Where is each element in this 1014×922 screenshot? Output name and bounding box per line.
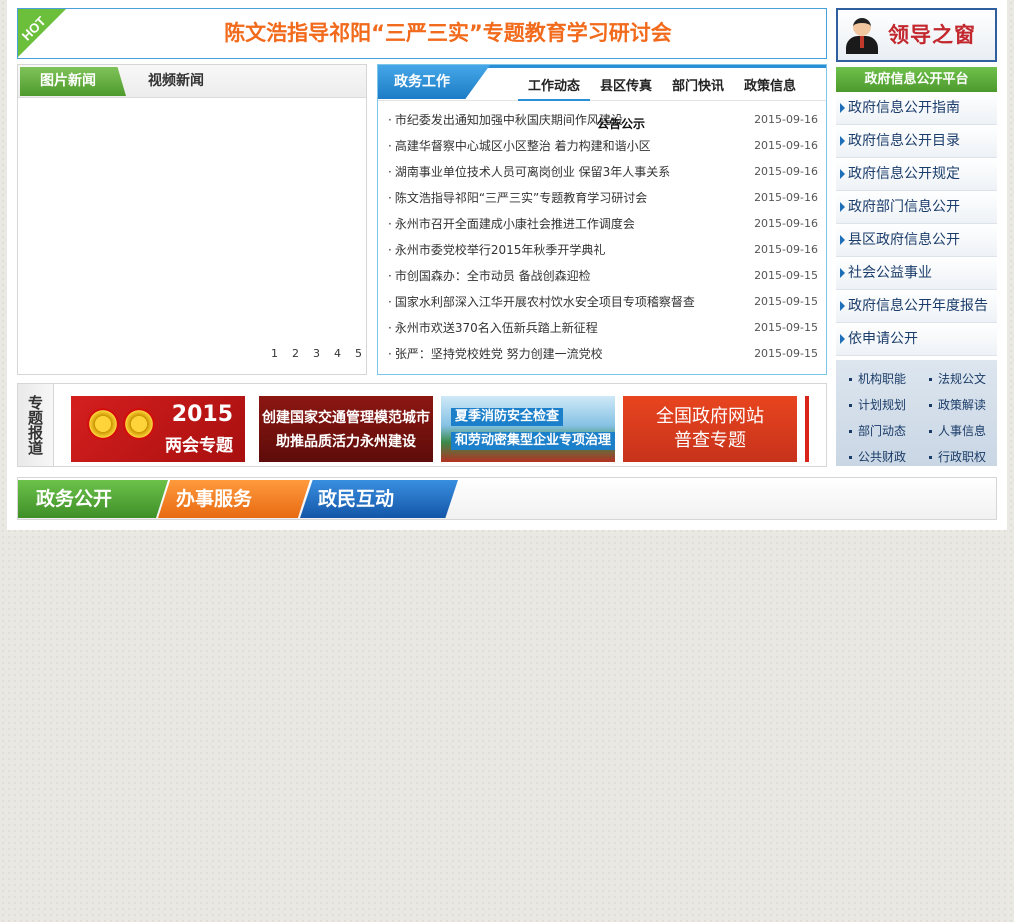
- topic-banner-traffic[interactable]: 创建国家交通管理模范城市 助推品质活力永州建设: [259, 396, 433, 462]
- quick-link[interactable]: 人事信息: [916, 418, 996, 444]
- tab-services[interactable]: 办事服务: [158, 480, 310, 518]
- tab-gov-affairs[interactable]: 政务公开: [18, 480, 168, 518]
- topic-banner-two-sessions[interactable]: 2015 两会专题: [71, 396, 245, 462]
- leader-avatar-icon: [844, 16, 880, 54]
- tab-policy-info[interactable]: 政策信息: [734, 75, 806, 101]
- info-item-department[interactable]: 政府部门信息公开: [836, 191, 997, 224]
- emblem-icon: [87, 408, 119, 440]
- picture-news-pagination: 1 2 3 4 5: [271, 347, 362, 360]
- leader-window-button[interactable]: 领导之窗: [836, 8, 997, 62]
- info-item-public-welfare[interactable]: 社会公益事业: [836, 257, 997, 290]
- info-item-county[interactable]: 县区政府信息公开: [836, 224, 997, 257]
- tab-video-news[interactable]: 视频新闻: [148, 67, 204, 96]
- page-link[interactable]: 4: [334, 347, 341, 360]
- list-item[interactable]: 市创国森办：全市动员 备战创森迎检2015-09-15: [388, 263, 818, 289]
- quick-link[interactable]: 公共财政: [836, 444, 916, 470]
- topic-banner-fire-safety[interactable]: 夏季消防安全检查 和劳动密集型企业专项治理: [441, 396, 615, 462]
- list-item[interactable]: 永州市召开全面建成小康社会推进工作调度会2015-09-16: [388, 211, 818, 237]
- info-item-annual-report[interactable]: 政府信息公开年度报告: [836, 290, 997, 323]
- hot-headline-banner[interactable]: HOT 陈文浩指导祁阳“三严三实”专题教育学习研讨会: [17, 8, 827, 59]
- tab-county-fax[interactable]: 县区传真: [590, 75, 662, 101]
- emblem-icon: [123, 408, 155, 440]
- list-item[interactable]: 陈文浩指导祁阳“三严三实”专题教育学习研讨会2015-09-16: [388, 185, 818, 211]
- hot-ribbon-text: HOT: [18, 13, 49, 44]
- quick-link[interactable]: 部门动态: [836, 418, 916, 444]
- list-item[interactable]: 湖南事业单位技术人员可离岗创业 保留3年人事关系2015-09-16: [388, 159, 818, 185]
- gov-news-list: 市纪委发出通知加强中秋国庆期间作风建设2015-09-16 高建华督察中心城区小…: [388, 107, 818, 367]
- info-item-on-request[interactable]: 依申请公开: [836, 323, 997, 356]
- info-item-regulations[interactable]: 政府信息公开规定: [836, 158, 997, 191]
- info-item-catalog[interactable]: 政府信息公开目录: [836, 125, 997, 158]
- tab-work-dynamics[interactable]: 工作动态: [518, 75, 591, 101]
- info-item-guide[interactable]: 政府信息公开指南: [836, 92, 997, 125]
- leader-window-title: 领导之窗: [888, 23, 976, 47]
- info-platform-title: 政府信息公开平台: [836, 67, 997, 92]
- picture-news-tabs: 图片新闻 视频新闻: [18, 65, 366, 98]
- list-item[interactable]: 张严：坚持党校姓党 努力创建一流党校2015-09-15: [388, 341, 818, 367]
- gov-work-header: 政务工作 工作动态 县区传真 部门快讯 政策信息: [378, 65, 826, 101]
- topic-banner-website-census[interactable]: 全国政府网站 普查专题: [623, 396, 797, 462]
- picture-news-panel: 图片新闻 视频新闻 1 2 3 4 5: [17, 64, 367, 375]
- page-link[interactable]: 5: [355, 347, 362, 360]
- list-item[interactable]: 永州市委党校举行2015年秋季开学典礼2015-09-16: [388, 237, 818, 263]
- gov-work-title: 政务工作: [378, 65, 490, 99]
- page-link[interactable]: 1: [271, 347, 278, 360]
- special-topics-label: 专题报道: [18, 384, 54, 466]
- page-link[interactable]: 2: [292, 347, 299, 360]
- hot-headline-title[interactable]: 陈文浩指导祁阳“三严三实”专题教育学习研讨会: [78, 9, 818, 58]
- hot-ribbon-icon: HOT: [18, 9, 66, 57]
- gov-work-tabs: 工作动态 县区传真 部门快讯 政策信息: [518, 75, 806, 101]
- page-link[interactable]: 3: [313, 347, 320, 360]
- quick-link[interactable]: 行政职权: [916, 444, 996, 470]
- quick-link[interactable]: 机构职能: [836, 366, 916, 392]
- quick-link[interactable]: 计划规划: [836, 392, 916, 418]
- quick-link[interactable]: 政策解读: [916, 392, 996, 418]
- notice-overlay-label: 公告公示: [597, 117, 646, 131]
- quick-links-box: 机构职能 法规公文 计划规划 政策解读 部门动态 人事信息 公共财政 行政职权: [836, 360, 997, 466]
- info-platform-list: 政府信息公开指南 政府信息公开目录 政府信息公开规定 政府部门信息公开 县区政府…: [836, 92, 997, 356]
- list-item[interactable]: 高建华督察中心城区小区整治 着力构建和谐小区2015-09-16: [388, 133, 818, 159]
- topic-banner-partial[interactable]: [805, 396, 809, 462]
- gov-work-panel: 政务工作 工作动态 县区传真 部门快讯 政策信息 市纪委发出通知加强中秋国庆期间…: [377, 64, 827, 375]
- tab-interaction[interactable]: 政民互动: [300, 480, 458, 518]
- list-item[interactable]: 国家水利部深入江华开展农村饮水安全项目专项稽察督查2015-09-15: [388, 289, 818, 315]
- tab-department-news[interactable]: 部门快讯: [662, 75, 734, 101]
- special-topics-strip: 专题报道 2015 两会专题 创建国家交通管理模范城市 助推品质活力永州建设 夏…: [17, 383, 827, 467]
- page-container: HOT 陈文浩指导祁阳“三严三实”专题教育学习研讨会 领导之窗 图片新闻 视频新…: [7, 0, 1007, 530]
- quick-link[interactable]: 法规公文: [916, 366, 996, 392]
- list-item[interactable]: 永州市欢送370名入伍新兵踏上新征程2015-09-15: [388, 315, 818, 341]
- service-tabs-bar: 政务公开 办事服务 政民互动: [17, 477, 997, 520]
- tab-picture-news[interactable]: 图片新闻: [20, 67, 126, 96]
